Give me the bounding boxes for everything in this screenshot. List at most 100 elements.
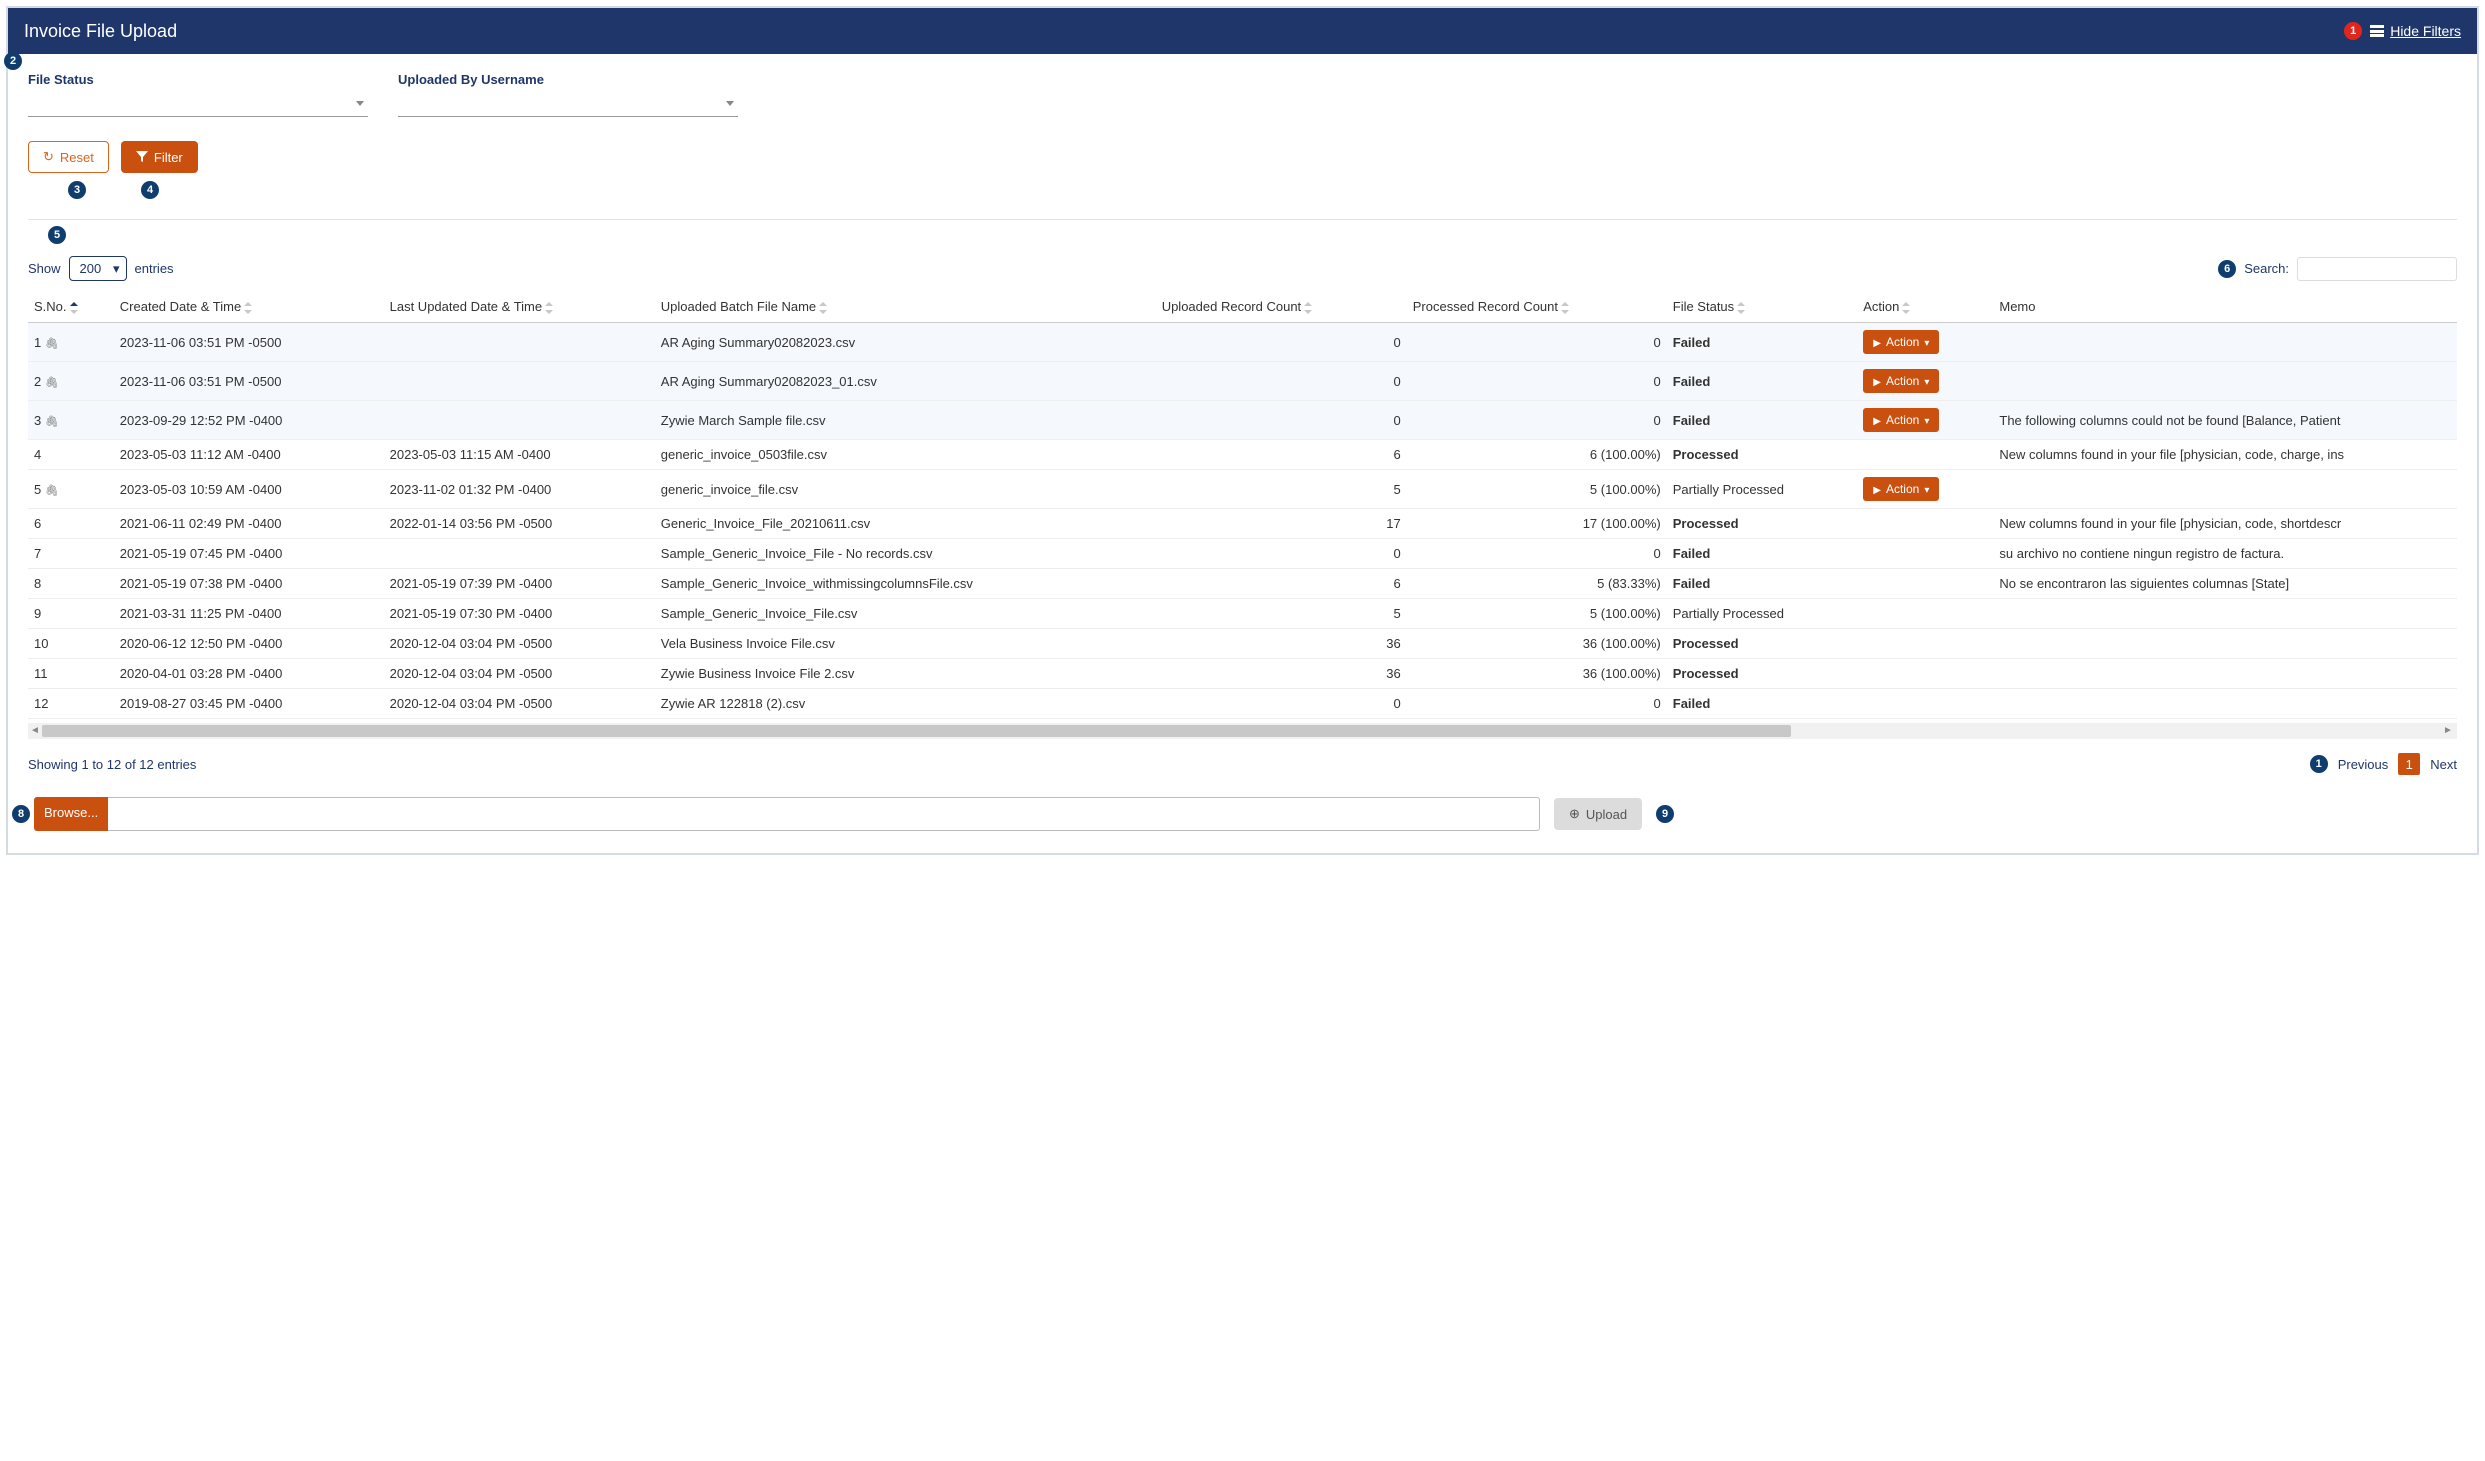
cell-status: Failed [1667,362,1858,401]
cell-sno: 2 [28,362,114,401]
col-file[interactable]: 7 Uploaded Batch File Name [655,291,1156,323]
cell-action: Action [1857,362,1993,401]
cell-sno: 9 [28,599,114,629]
action-button[interactable]: Action [1863,477,1939,501]
attachment-icon[interactable] [45,374,59,389]
cell-created: 2023-11-06 03:51 PM -0500 [114,323,384,362]
cell-status: Partially Processed [1667,470,1858,509]
col-memo[interactable]: Memo [1993,291,2457,323]
entries-value: 200 [80,261,102,276]
cell-action [1857,539,1993,569]
table-footer: Showing 1 to 12 of 12 entries 1 Previous… [28,739,2457,789]
filter-button-label: Filter [154,150,183,165]
cell-uploaded: 36 [1156,659,1407,689]
prev-page[interactable]: Previous [2338,757,2389,772]
cell-updated: 2021-05-19 07:30 PM -0400 [384,599,655,629]
hide-filters-link[interactable]: Hide Filters [2370,23,2461,39]
cell-processed: 0 [1407,323,1667,362]
horizontal-scrollbar[interactable]: ◄ ► [28,723,2457,739]
action-button[interactable]: Action [1863,330,1939,354]
page-container: Invoice File Upload 1 Hide Filters 2 Fil… [6,6,2479,855]
scroll-right-icon: ► [2443,725,2455,736]
cell-action [1857,659,1993,689]
reset-button[interactable]: Reset [28,141,109,173]
cell-uploaded: 36 [1156,629,1407,659]
filters-area-badge: 2 [4,52,22,70]
cell-sno: 5 [28,470,114,509]
caret-down-icon [1924,413,1929,427]
cell-memo: su archivo no contiene ningun registro d… [1993,539,2457,569]
cell-created: 2023-05-03 10:59 AM -0400 [114,470,384,509]
upload-button[interactable]: Upload [1554,798,1642,830]
sort-icon [70,302,78,314]
cell-action: Action [1857,323,1993,362]
col-status[interactable]: File Status [1667,291,1858,323]
action-button[interactable]: Action [1863,408,1939,432]
table-row: 5 2023-05-03 10:59 AM -04002023-11-02 01… [28,470,2457,509]
cell-action: Action [1857,401,1993,440]
cell-memo [1993,362,2457,401]
search-box: 6 Search: [2218,257,2457,281]
page-1[interactable]: 1 [2398,753,2420,775]
cell-memo: No se encontraron las siguientes columna… [1993,569,2457,599]
cell-memo: New columns found in your file [physicia… [1993,440,2457,470]
search-label: Search: [2244,261,2289,276]
show-entries-badge: 5 [48,226,66,244]
sort-icon [244,302,252,314]
cell-updated: 2020-12-04 03:04 PM -0500 [384,689,655,719]
cell-memo: The following columns could not be found… [1993,401,2457,440]
action-label: Action [1886,482,1919,496]
table-row: 11 2020-04-01 03:28 PM -04002020-12-04 0… [28,659,2457,689]
action-button[interactable]: Action [1863,369,1939,393]
cell-processed: 5 (100.00%) [1407,470,1667,509]
cell-uploaded: 0 [1156,401,1407,440]
cell-file: Zywie March Sample file.csv [655,401,1156,440]
col-created[interactable]: Created Date & Time [114,291,384,323]
attachment-icon[interactable] [45,413,59,428]
play-icon [1873,482,1881,496]
file-path-input[interactable] [108,797,1540,831]
col-sno[interactable]: S.No. [28,291,114,323]
cell-created: 2023-05-03 11:12 AM -0400 [114,440,384,470]
file-status-dropdown[interactable] [28,91,368,117]
cell-created: 2023-11-06 03:51 PM -0500 [114,362,384,401]
cell-memo: New columns found in your file [physicia… [1993,509,2457,539]
cell-sno: 3 [28,401,114,440]
attachment-icon[interactable] [45,335,59,350]
cell-updated: 2023-11-02 01:32 PM -0400 [384,470,655,509]
table-row: 2 2023-11-06 03:51 PM -0500AR Aging Summ… [28,362,2457,401]
cell-memo [1993,470,2457,509]
cell-updated [384,539,655,569]
cell-sno: 11 [28,659,114,689]
hide-filters-label: Hide Filters [2390,23,2461,39]
scroll-thumb[interactable] [42,725,1791,737]
cell-updated: 2020-12-04 03:04 PM -0500 [384,659,655,689]
cell-file: Zywie Business Invoice File 2.csv [655,659,1156,689]
upload-badge: 9 [1656,805,1674,823]
col-updated[interactable]: Last Updated Date & Time [384,291,655,323]
attachment-icon[interactable] [45,482,59,497]
entries-select[interactable]: 200 [69,256,127,281]
col-action[interactable]: Action [1857,291,1993,323]
upload-row: 8 Browse... Upload 9 [28,789,2457,843]
entries-label: entries [135,261,174,276]
cell-status: Processed [1667,659,1858,689]
filter-button[interactable]: Filter [121,141,198,173]
cell-file: generic_invoice_0503file.csv [655,440,1156,470]
cell-status: Processed [1667,629,1858,659]
browse-button[interactable]: Browse... [34,797,108,831]
next-page[interactable]: Next [2430,757,2457,772]
search-input[interactable] [2297,257,2457,281]
sort-icon [1561,302,1569,314]
sort-icon [545,302,553,314]
uploaded-by-dropdown[interactable] [398,91,738,117]
cell-status: Partially Processed [1667,599,1858,629]
sort-icon [1902,302,1910,314]
cell-created: 2019-08-27 03:45 PM -0400 [114,689,384,719]
cell-memo [1993,689,2457,719]
table-row: 1 2023-11-06 03:51 PM -0500AR Aging Summ… [28,323,2457,362]
col-uploaded[interactable]: Uploaded Record Count [1156,291,1407,323]
col-processed[interactable]: Processed Record Count [1407,291,1667,323]
header-right: 1 Hide Filters [2344,22,2461,40]
action-label: Action [1886,374,1919,388]
